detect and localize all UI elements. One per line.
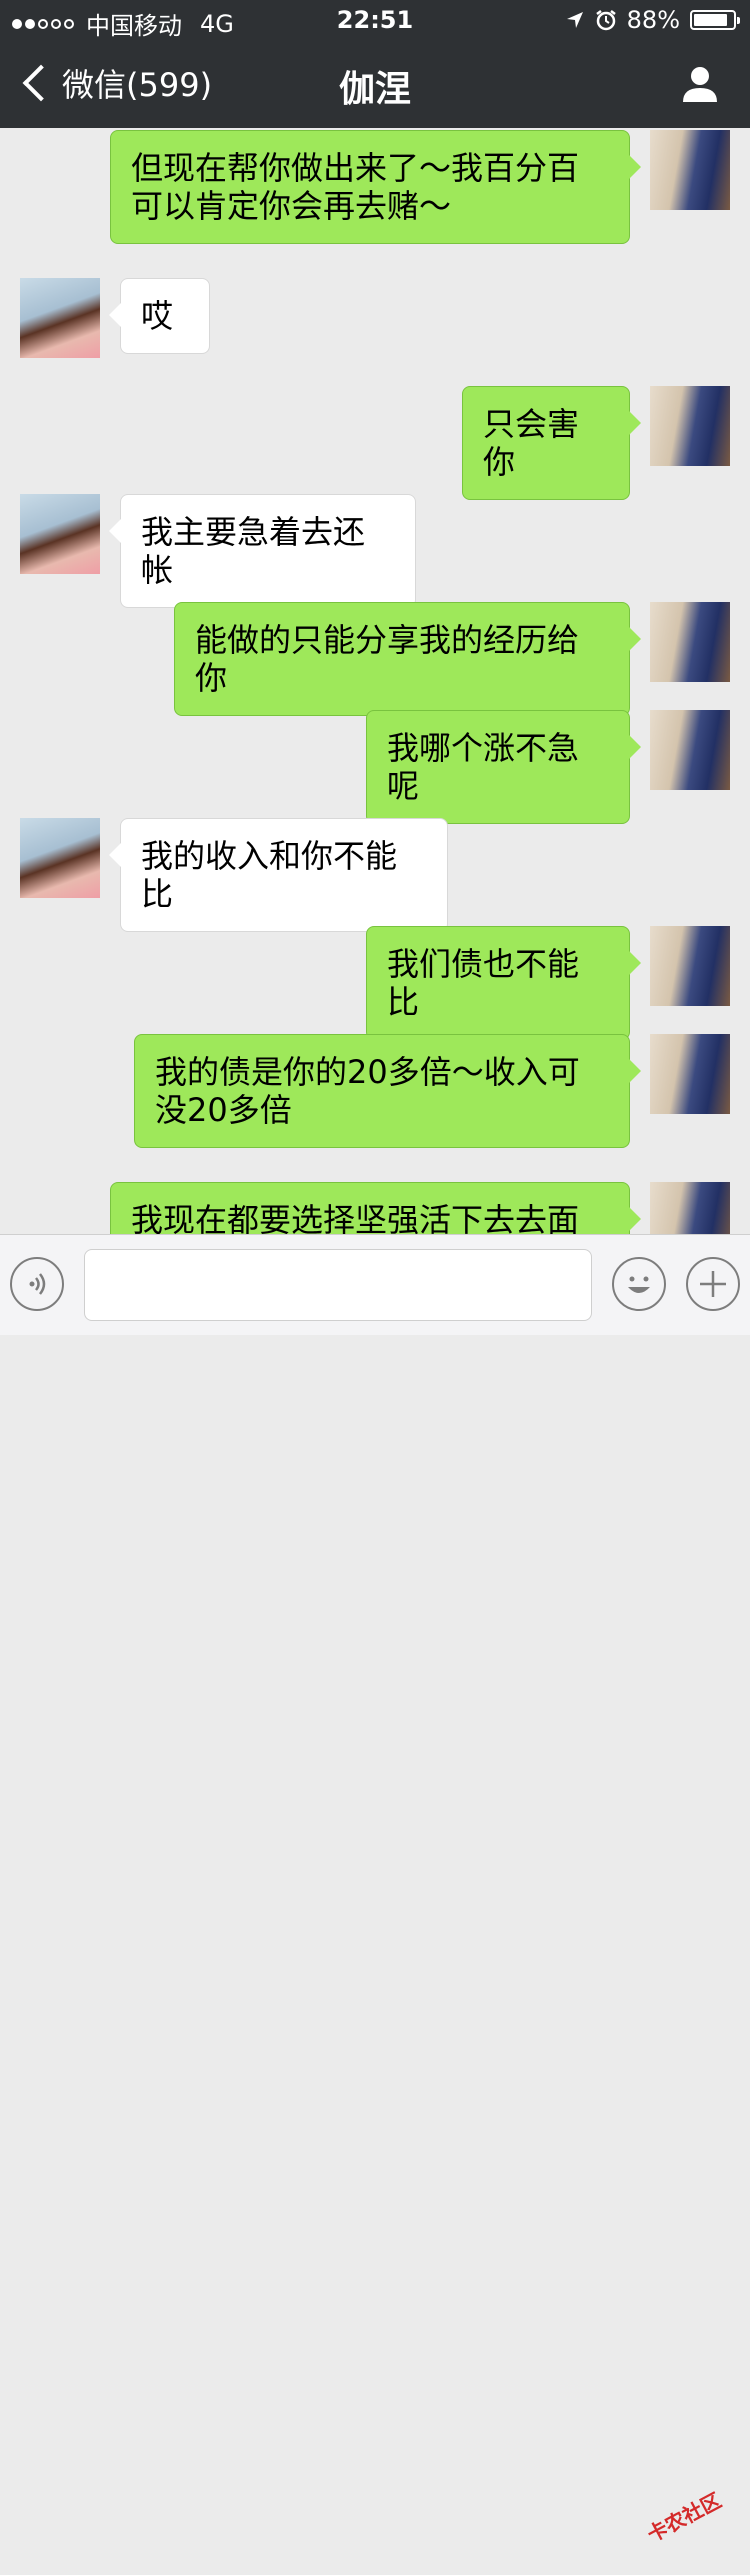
person-icon[interactable] [680,64,720,104]
message-row: 但现在帮你做出来了～我百分百可以肯定你会再去赌～ [0,128,750,258]
message-row: 我的收入和你不能比 [0,818,750,932]
input-bar: 卡农社区 [0,1234,750,2547]
message-row: 我主要急着去还帐 [0,494,750,608]
contact-message-bubble[interactable]: 哎 [109,278,210,354]
my-message-bubble[interactable]: 能做的只能分享我的经历给你 [174,602,641,716]
message-input[interactable] [84,1249,592,1321]
my-message-bubble[interactable]: 我的债是你的20多倍～收入可没20多倍 [134,1034,641,1148]
battery-percent: 88% [626,6,680,34]
my-message-bubble[interactable]: 我们债也不能比 [366,926,641,1040]
my-avatar[interactable] [650,602,730,682]
my-avatar[interactable] [650,1034,730,1114]
my-message-bubble[interactable]: 但现在帮你做出来了～我百分百可以肯定你会再去赌～ [110,130,641,244]
my-avatar[interactable] [650,386,730,466]
alarm-icon [595,10,616,31]
top-bar: 中国移动 4G 22:51 88% 微信(599) 伽涅 [0,0,750,128]
status-bar: 中国移动 4G 22:51 88% [0,0,750,40]
contact-message-bubble[interactable]: 我的收入和你不能比 [109,818,448,932]
my-message-bubble[interactable]: 我哪个涨不急呢 [366,710,641,824]
location-arrow-icon [566,12,583,28]
my-avatar[interactable] [650,926,730,1006]
message-row: 我们债也不能比 [0,926,750,1040]
emoji-button[interactable] [612,1257,666,1311]
my-message-bubble[interactable]: 我现在都要选择坚强活下去去面对 [110,1182,641,1234]
contact-message-bubble[interactable]: 我主要急着去还帐 [109,494,416,608]
contact-avatar[interactable] [20,494,100,574]
watermark-logo: 卡农社区 [643,2488,726,2547]
emoji-icon [628,1276,650,1293]
message-row: 只会害你 [0,386,750,500]
more-button[interactable] [686,1257,740,1311]
nav-bar: 微信(599) 伽涅 [0,40,750,128]
message-row: 我的债是你的20多倍～收入可没20多倍 [0,1034,750,1164]
my-avatar[interactable] [650,130,730,210]
message-row: 哎 [0,278,750,368]
message-row: 能做的只能分享我的经历给你 [0,602,750,716]
contact-avatar[interactable] [20,278,100,358]
battery-fill [694,14,728,26]
voice-icon [29,1273,46,1295]
status-right: 88% [565,6,740,34]
my-avatar[interactable] [650,1182,730,1234]
plus-icon [700,1271,726,1297]
voice-button[interactable] [10,1257,64,1311]
battery-icon [690,10,740,30]
message-row: 我哪个涨不急呢 [0,710,750,824]
contact-avatar[interactable] [20,818,100,898]
chat-title: 伽涅 [338,69,411,110]
message-row: 我现在都要选择坚强活下去去面对 [0,1182,750,1234]
my-avatar[interactable] [650,710,730,790]
my-message-bubble[interactable]: 只会害你 [462,386,641,500]
chat-area[interactable]: 但现在帮你做出来了～我百分百可以肯定你会再去赌～ 哎 只会害你 我主要急着去还帐… [0,128,750,1234]
